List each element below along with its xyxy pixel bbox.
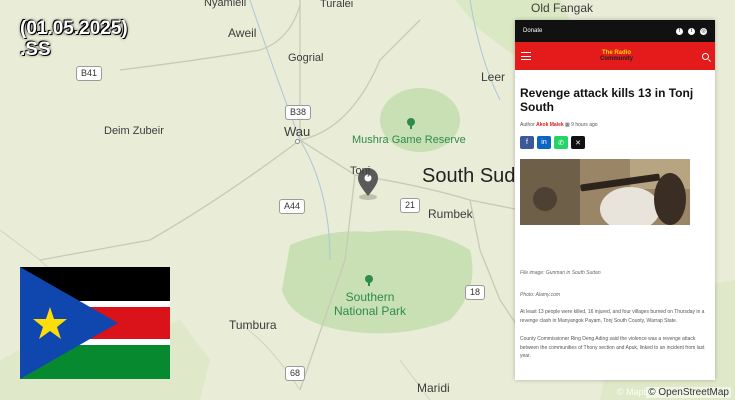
donate-link[interactable]: Donate [523,28,542,34]
article-photo [520,159,690,225]
article-time: 9 hours ago [571,122,598,128]
park-label-line: National Park [334,304,407,318]
place-label: Gogrial [288,52,324,64]
share-buttons: f in ✆ ✕ [520,136,709,149]
road-shield: A44 [279,199,306,214]
linkedin-share-icon[interactable]: in [537,136,551,149]
park-label-southern: Southern National Park [334,290,406,318]
place-label: Tonj [350,165,371,177]
site-logo[interactable]: The Radio Community [600,50,633,62]
photo-credit: Photo: Alamy.com [520,292,561,298]
news-article-panel: Donate f t ◎ The Radio Community Revenge… [515,20,715,380]
author-link[interactable]: Akok Malek [536,122,564,128]
town-dot [295,139,300,144]
place-label: Leer [481,70,506,84]
photo-image [520,159,690,225]
article-topbar: Donate f t ◎ [515,20,715,42]
article-content: Revenge attack kills 13 in Tonj South Au… [515,70,715,361]
road-shield: B41 [76,66,103,81]
road-shield: B38 [285,105,312,120]
author-prefix: Author [520,122,535,128]
place-label: Deim Zubeir [104,125,164,137]
road-shield: 68 [285,366,306,381]
place-label: Maridi [417,381,450,395]
road-shield: 18 [465,285,486,300]
place-label: Tumbura [229,318,277,332]
date-text: (01.05.2025) [20,18,128,39]
park-label-line: Southern [345,290,395,304]
south-sudan-flag-icon [20,267,170,379]
social-links: f t ◎ [676,27,707,35]
logo-line: Community [600,56,633,62]
calendar-icon: ▦ [565,122,570,128]
facebook-share-icon[interactable]: f [520,136,534,149]
park-label-mushra: Mushra Game Reserve [352,134,466,146]
place-label: Turalei [320,0,354,10]
instagram-icon[interactable]: ◎ [700,27,707,35]
article-navbar: The Radio Community [515,42,715,70]
article-headline[interactable]: Revenge attack kills 13 in Tonj South [520,86,709,114]
place-label: Nyamlell [204,0,247,9]
date-overlay: (01.05.2025) .SS [20,18,128,60]
twitter-icon[interactable]: t [688,27,695,35]
country-code: .SS [20,39,51,60]
x-share-icon[interactable]: ✕ [571,136,585,149]
map-attribution[interactable]: © OpenStreetMap [646,387,731,398]
hamburger-menu-icon[interactable] [521,52,531,60]
place-label: Rumbek [428,207,473,221]
place-label: Wau [284,124,311,139]
search-icon[interactable] [702,52,709,60]
place-label: Aweil [228,26,257,40]
article-paragraph: County Commissioner Ring Deng Ading said… [520,336,705,359]
whatsapp-share-icon[interactable]: ✆ [554,136,568,149]
road-shield: 21 [400,198,421,213]
photo-caption: File image: Gunman in South Sudan [520,270,601,276]
place-label: Old Fangak [531,1,594,15]
article-meta: Author Akok Malek ▦ 9 hours ago [520,122,709,128]
article-paragraph: At least 13 people were killed, 16 injur… [520,309,705,324]
facebook-icon[interactable]: f [676,27,683,35]
